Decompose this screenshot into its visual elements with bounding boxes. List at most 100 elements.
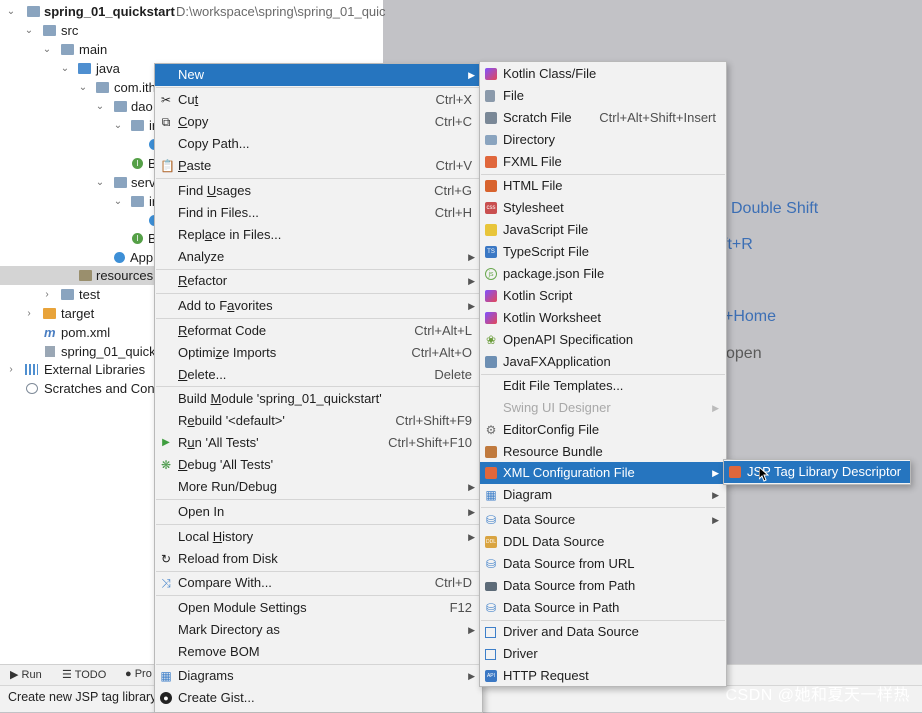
chevron-right-icon[interactable]: › bbox=[24, 304, 34, 323]
menu-item-debug-all-tests[interactable]: ❋ Debug 'All Tests' bbox=[155, 454, 482, 476]
new-item-html-file[interactable]: HTML File bbox=[480, 175, 726, 197]
chevron-down-icon[interactable]: ⌄ bbox=[95, 97, 105, 116]
new-item-swing-ui-designer[interactable]: Swing UI Designer ▶ bbox=[480, 397, 726, 419]
menu-item-add-to-favorites[interactable]: Add to Favorites ▶ bbox=[155, 295, 482, 317]
menu-item-rebuild[interactable]: Rebuild '<default>' Ctrl+Shift+F9 bbox=[155, 410, 482, 432]
menu-label: Reload from Disk bbox=[178, 551, 278, 566]
menu-item-open-module-settings[interactable]: Open Module Settings F12 bbox=[155, 597, 482, 619]
chevron-down-icon[interactable]: ⌄ bbox=[42, 40, 52, 59]
menu-item-mark-directory-as[interactable]: Mark Directory as ▶ bbox=[155, 619, 482, 641]
new-item-scratch-file[interactable]: Scratch File Ctrl+Alt+Shift+Insert bbox=[480, 107, 726, 129]
menu-item-delete[interactable]: Delete... Delete bbox=[155, 364, 482, 386]
new-item-driver[interactable]: Driver bbox=[480, 643, 726, 665]
new-item-kotlin-worksheet[interactable]: Kotlin Worksheet bbox=[480, 307, 726, 329]
new-item-file[interactable]: File bbox=[480, 85, 726, 107]
chevron-down-icon[interactable]: ⌄ bbox=[6, 2, 16, 21]
new-item-stylesheet[interactable]: css Stylesheet bbox=[480, 197, 726, 219]
new-item-kotlin-script[interactable]: Kotlin Script bbox=[480, 285, 726, 307]
menu-item-run-all-tests[interactable]: ▶ Run 'All Tests' Ctrl+Shift+F10 bbox=[155, 432, 482, 454]
database-icon: ⛁ bbox=[485, 513, 497, 527]
new-item-editorconfig[interactable]: ⚙ EditorConfig File bbox=[480, 419, 726, 441]
new-item-xml-configuration-file[interactable]: XML Configuration File ▶ bbox=[480, 462, 726, 484]
new-item-directory[interactable]: Directory bbox=[480, 129, 726, 151]
new-item-typescript-file[interactable]: TS TypeScript File bbox=[480, 241, 726, 263]
new-item-openapi[interactable]: ❀ OpenAPI Specification bbox=[480, 329, 726, 351]
menu-label: Kotlin Script bbox=[503, 288, 573, 303]
new-item-package-json[interactable]: js package.json File bbox=[480, 263, 726, 285]
menu-label: Run 'All Tests' bbox=[178, 435, 259, 450]
menu-item-copy-path[interactable]: Copy Path... bbox=[155, 133, 482, 155]
menu-item-refactor[interactable]: Refactor ▶ bbox=[155, 270, 482, 292]
chevron-down-icon[interactable]: ⌄ bbox=[95, 173, 105, 192]
new-item-ddl-data-source[interactable]: DDL DDL Data Source bbox=[480, 531, 726, 553]
todo-tab-label: TODO bbox=[74, 669, 107, 681]
menu-label: Optimize Imports bbox=[178, 345, 277, 360]
menu-item-reload-from-disk[interactable]: ↻ Reload from Disk bbox=[155, 548, 482, 570]
chevron-down-icon[interactable]: ⌄ bbox=[113, 192, 123, 211]
menu-item-find-in-files[interactable]: Find in Files... Ctrl+H bbox=[155, 202, 482, 224]
watermark: CSDN @她和夏天一样热 bbox=[725, 687, 910, 704]
menu-label: Build Module 'spring_01_quickstart' bbox=[178, 391, 382, 406]
new-item-resource-bundle[interactable]: Resource Bundle bbox=[480, 441, 726, 463]
new-item-data-source-path[interactable]: Data Source from Path bbox=[480, 575, 726, 597]
new-item-data-source-in-path[interactable]: ⛁ Data Source in Path bbox=[480, 597, 726, 619]
menu-item-cut[interactable]: ✂ Cut Ctrl+X bbox=[155, 89, 482, 111]
separator bbox=[156, 178, 481, 179]
menu-label: HTTP Request bbox=[503, 668, 589, 683]
menu-item-new[interactable]: New ▶ bbox=[155, 64, 482, 86]
chevron-down-icon[interactable]: ⌄ bbox=[113, 116, 123, 135]
run-tab[interactable]: ▶ Run bbox=[10, 668, 42, 681]
chevron-down-icon[interactable]: ⌄ bbox=[78, 78, 88, 97]
new-item-edit-file-templates[interactable]: Edit File Templates... bbox=[480, 375, 726, 397]
tree-item-main[interactable]: ⌄ main bbox=[0, 40, 383, 59]
tree-root[interactable]: ⌄ spring_01_quickstart D:\workspace\spri… bbox=[0, 2, 386, 21]
menu-label: Cut bbox=[178, 92, 199, 107]
menu-item-create-gist[interactable]: ● Create Gist... bbox=[155, 687, 482, 709]
menu-item-reformat-code[interactable]: Reformat Code Ctrl+Alt+L bbox=[155, 320, 482, 342]
chevron-right-icon[interactable]: › bbox=[42, 285, 52, 304]
menu-item-copy[interactable]: ⧉ Copy Ctrl+C bbox=[155, 111, 482, 133]
menu-item-diagrams[interactable]: ▦ Diagrams ▶ bbox=[155, 665, 482, 687]
new-item-fxml-file[interactable]: FXML File bbox=[480, 151, 726, 173]
paste-icon: 📋 bbox=[160, 159, 175, 173]
hint-search-everywhere: Double Shift bbox=[731, 200, 819, 217]
menu-item-replace-in-files[interactable]: Replace in Files... bbox=[155, 224, 482, 246]
menu-label: Driver and Data Source bbox=[503, 624, 639, 639]
tree-item-src[interactable]: ⌄ src bbox=[0, 21, 383, 40]
folder-icon bbox=[485, 135, 497, 145]
menu-item-local-history[interactable]: Local History ▶ bbox=[155, 526, 482, 548]
scratch-icon bbox=[485, 112, 497, 124]
xml-item-jsp-tag-library-descriptor[interactable]: JSP Tag Library Descriptor bbox=[724, 461, 910, 483]
diagram-icon: ▦ bbox=[485, 488, 497, 502]
new-item-javafx[interactable]: JavaFXApplication bbox=[480, 351, 726, 373]
menu-item-remove-bom[interactable]: Remove BOM bbox=[155, 641, 482, 663]
new-item-diagram[interactable]: ▦ Diagram ▶ bbox=[480, 484, 726, 506]
package-icon: js bbox=[485, 268, 497, 280]
menu-item-open-in[interactable]: Open In ▶ bbox=[155, 501, 482, 523]
menu-item-paste[interactable]: 📋 Paste Ctrl+V bbox=[155, 155, 482, 177]
bundle-icon bbox=[485, 446, 497, 458]
new-item-http-request[interactable]: API HTTP Request bbox=[480, 665, 726, 687]
folder-icon bbox=[61, 44, 74, 55]
menu-item-compare-with[interactable]: ⤨ Compare With... Ctrl+D bbox=[155, 572, 482, 594]
menu-item-optimize-imports[interactable]: Optimize Imports Ctrl+Alt+O bbox=[155, 342, 482, 364]
interface-icon: I bbox=[132, 233, 143, 244]
new-item-data-source-url[interactable]: ⛁ Data Source from URL bbox=[480, 553, 726, 575]
menu-item-build-module[interactable]: Build Module 'spring_01_quickstart' bbox=[155, 388, 482, 410]
todo-tab[interactable]: ☰ TODO bbox=[62, 668, 106, 681]
source-folder-icon bbox=[78, 63, 91, 74]
menu-item-more-run-debug[interactable]: More Run/Debug ▶ bbox=[155, 476, 482, 498]
chevron-down-icon[interactable]: ⌄ bbox=[60, 59, 70, 78]
menu-item-find-usages[interactable]: Find Usages Ctrl+G bbox=[155, 180, 482, 202]
new-item-kotlin-class[interactable]: Kotlin Class/File bbox=[480, 63, 726, 85]
submenu-arrow-icon: ▶ bbox=[468, 482, 475, 492]
new-item-data-source[interactable]: ⛁ Data Source ▶ bbox=[480, 509, 726, 531]
new-item-javascript-file[interactable]: JavaScript File bbox=[480, 219, 726, 241]
new-item-driver-and-data-source[interactable]: Driver and Data Source bbox=[480, 621, 726, 643]
chevron-right-icon[interactable]: › bbox=[6, 360, 16, 379]
problems-tab[interactable]: ● Pro bbox=[125, 668, 152, 680]
folder-icon bbox=[43, 25, 56, 36]
menu-item-analyze[interactable]: Analyze ▶ bbox=[155, 246, 482, 268]
chevron-down-icon[interactable]: ⌄ bbox=[24, 21, 34, 40]
menu-label: Diagrams bbox=[178, 668, 234, 683]
